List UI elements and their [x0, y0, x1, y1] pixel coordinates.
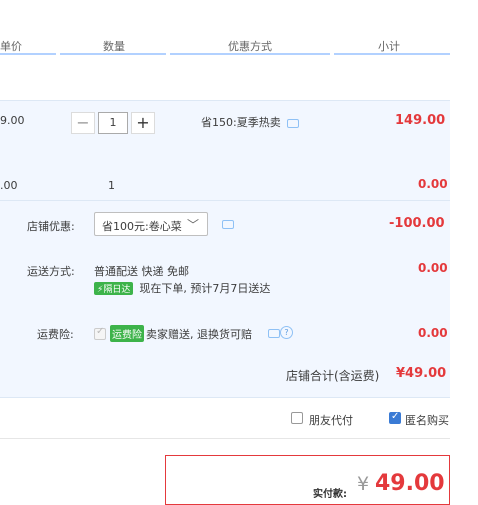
comment-icon[interactable] — [222, 220, 234, 229]
shipping-method: 普通配送 快递 免邮 — [94, 265, 189, 278]
insurance-label: 运费险: — [37, 328, 74, 341]
chevron-down-icon: ﹀ — [187, 218, 200, 232]
header-underline — [60, 53, 166, 55]
header-underline — [170, 53, 330, 55]
gift-price: .00 — [0, 179, 18, 192]
next-day-badge: ⚡隔日达 — [94, 281, 134, 295]
insurance-desc: 卖家赠送, 退换货可赔 — [146, 327, 252, 341]
quantity-input[interactable]: 1 — [98, 112, 128, 134]
shipping-amount: 0.00 — [418, 261, 448, 275]
shop-discount-selected: 省100元:卷心菜 — [102, 220, 182, 233]
anonymous-checkbox[interactable]: ✓ — [389, 411, 401, 424]
shop-discount-select[interactable]: 省100元:卷心菜 ﹀ — [94, 212, 208, 236]
header-underline — [334, 53, 450, 55]
item-subtotal: 149.00 — [395, 113, 446, 128]
item-promo: 省150:夏季热卖 — [201, 116, 281, 129]
shop-total-amount: ¥49.00 — [396, 366, 447, 381]
item-price: 9.00 — [0, 114, 25, 127]
shop-total-label: 店铺合计(含运费) — [286, 369, 380, 383]
comment-icon[interactable] — [287, 119, 299, 128]
gift-quantity: 1 — [108, 179, 115, 192]
check-icon: ✓ — [96, 326, 105, 337]
comment-icon[interactable] — [268, 329, 280, 338]
anonymous-label: 匿名购买 — [405, 414, 449, 427]
quantity-stepper: − 1 + — [71, 112, 155, 134]
shipping-eta-row: ⚡隔日达 现在下单, 预计7月7日送达 — [94, 280, 270, 296]
help-icon[interactable]: ? — [280, 326, 293, 339]
shipping-eta: 现在下单, 预计7月7日送达 — [139, 282, 271, 295]
gift-subtotal: 0.00 — [418, 177, 448, 191]
shop-discount-amount: -100.00 — [389, 216, 445, 231]
insurance-checkbox[interactable]: ✓ — [94, 326, 106, 340]
insurance-badge: 运费险 — [110, 325, 144, 342]
col-qty-header: 数量 — [103, 40, 125, 53]
payment-amount: 49.00 — [375, 471, 445, 496]
shipping-label: 运送方式: — [27, 265, 75, 278]
increase-button[interactable]: + — [131, 112, 155, 134]
header-underline — [0, 53, 56, 55]
check-icon: ✓ — [391, 411, 400, 422]
insurance-amount: 0.00 — [418, 326, 448, 340]
decrease-button[interactable]: − — [71, 112, 95, 134]
friend-pay-checkbox[interactable] — [291, 412, 303, 424]
divider — [0, 438, 450, 439]
shop-discount-label: 店铺优惠: — [27, 220, 75, 233]
insurance-info: 运费险 卖家赠送, 退换货可赔 — [110, 325, 252, 342]
currency-symbol: ¥ — [357, 473, 370, 495]
col-price-header: 单价 — [0, 40, 22, 53]
col-subtotal-header: 小计 — [378, 40, 400, 53]
friend-pay-label: 朋友代付 — [309, 414, 353, 427]
col-promo-header: 优惠方式 — [228, 40, 272, 53]
